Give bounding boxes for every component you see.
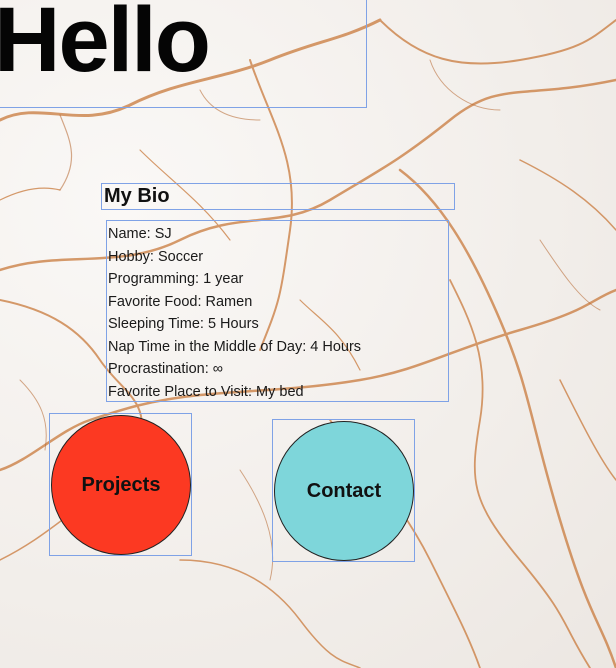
bio-heading-container: My Bio	[101, 183, 455, 210]
projects-button[interactable]: Projects	[51, 415, 191, 555]
page-title: Hello	[0, 0, 211, 91]
bio-item-nap-time: Nap Time in the Middle of Day: 4 Hours	[108, 338, 362, 355]
projects-button-container: Projects	[49, 413, 192, 556]
bio-item-sleeping-time: Sleeping Time: 5 Hours	[108, 316, 259, 332]
hello-container: Hello	[0, 0, 367, 108]
bio-item-programming: Programming: 1 year	[108, 271, 244, 287]
bio-item-hobby: Hobby: Soccer	[108, 248, 204, 265]
bio-list: Name: SJ Hobby: Soccer Programming: 1 ye…	[108, 223, 361, 403]
bio-item-favorite-food: Favorite Food: Ramen	[108, 293, 253, 310]
bio-heading: My Bio	[104, 185, 170, 207]
contact-button[interactable]: Contact	[274, 421, 414, 561]
bio-item-procrastination: Procrastination: ∞	[108, 361, 224, 377]
contact-button-label: Contact	[306, 479, 382, 502]
bio-item-favorite-place: Favorite Place to Visit: My bed	[108, 383, 304, 400]
bio-list-container: Name: SJ Hobby: Soccer Programming: 1 ye…	[106, 220, 449, 403]
projects-button-label: Projects	[81, 473, 161, 496]
bio-item-name: Name: SJ	[108, 226, 172, 242]
contact-button-container: Contact	[272, 419, 415, 562]
